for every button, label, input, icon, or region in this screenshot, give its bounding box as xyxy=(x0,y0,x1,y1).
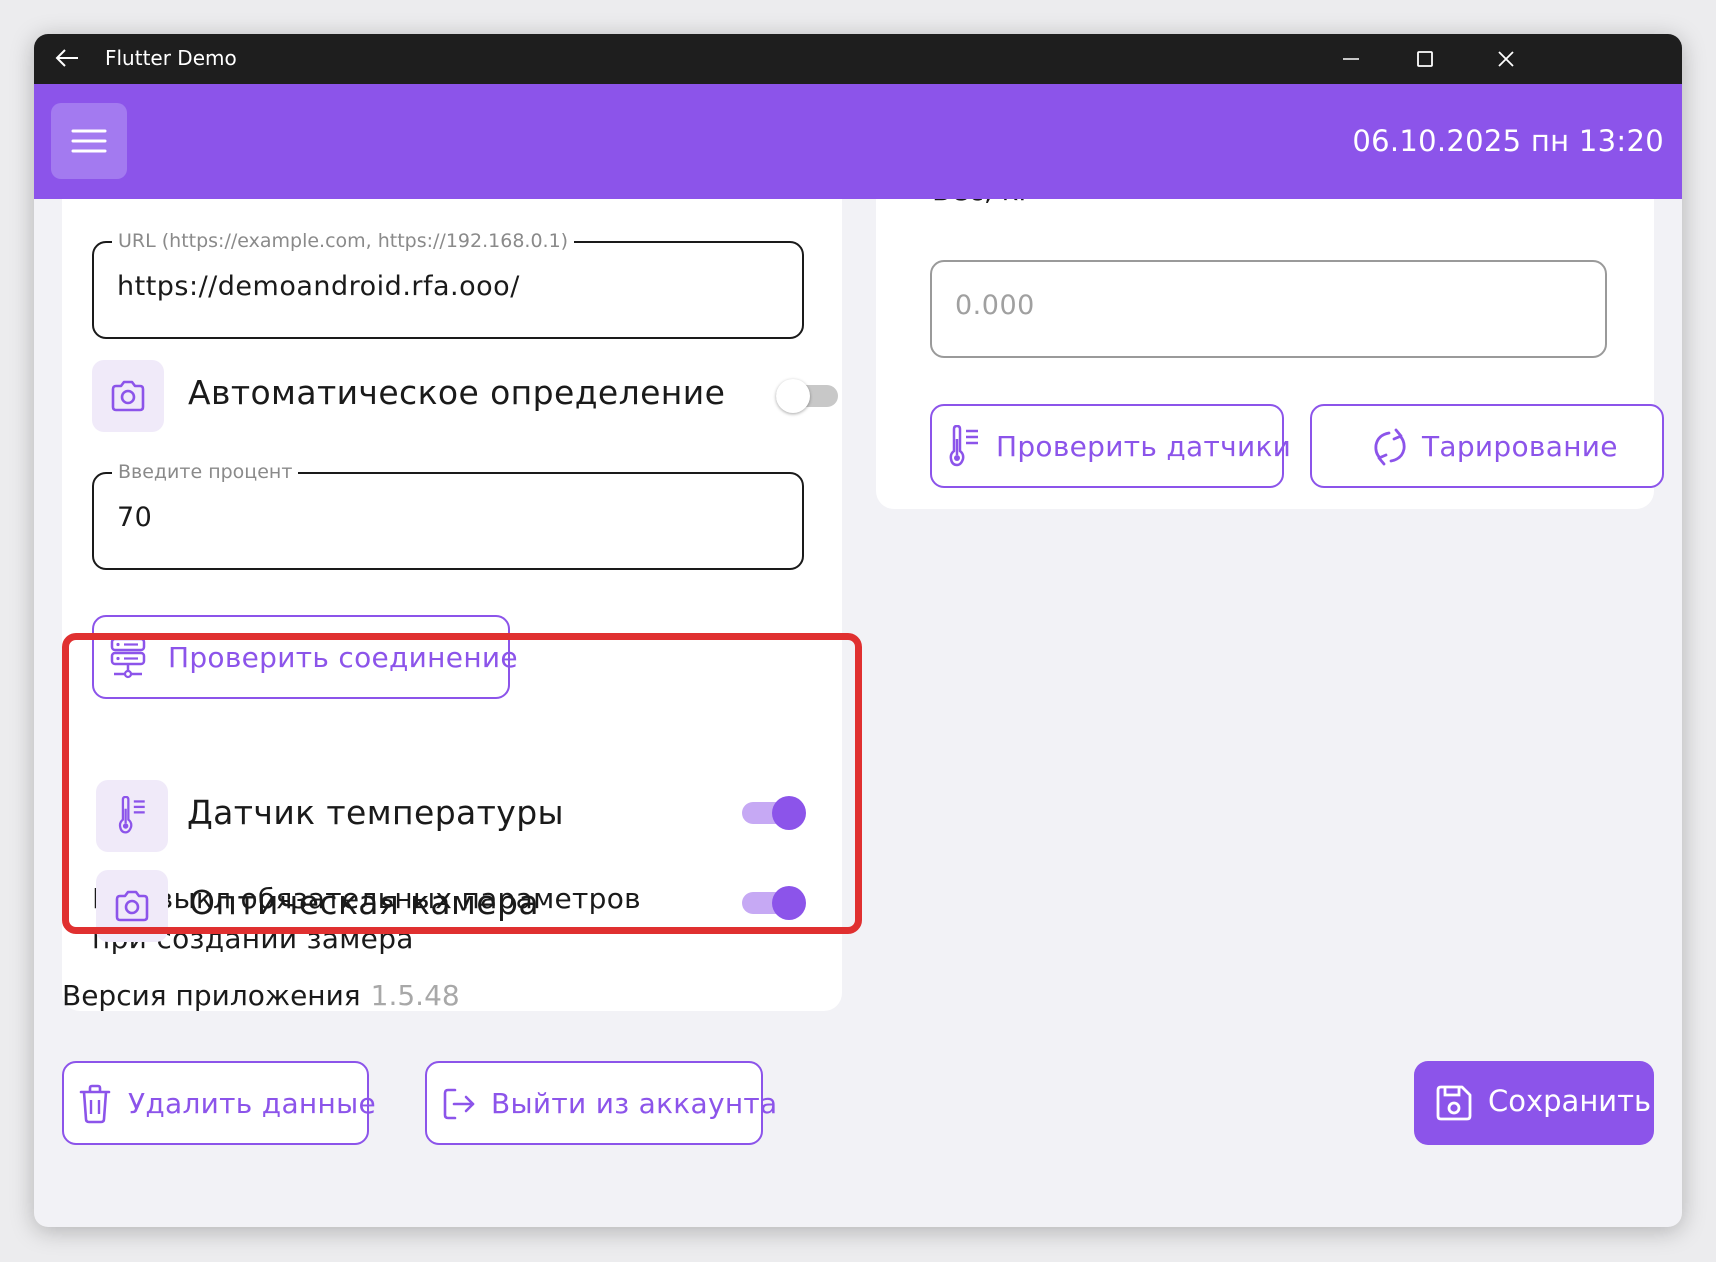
url-field[interactable]: URL (https://example.com, https://192.16… xyxy=(92,230,804,339)
delete-data-button[interactable]: Удалить данные xyxy=(62,1061,376,1145)
logout-icon xyxy=(443,1088,475,1120)
back-arrow-icon[interactable] xyxy=(52,43,82,73)
logout-label: Выйти из аккаунта xyxy=(491,1087,778,1120)
close-icon[interactable] xyxy=(1486,42,1526,76)
weight-field-placeholder: 0.000 xyxy=(955,290,1035,321)
url-field-value: https://demoandroid.rfa.ooo/ xyxy=(117,271,520,302)
settings-content: URL (https://example.com, https://192.16… xyxy=(34,199,1682,1227)
datetime-display: 06.10.2025 пн 13:20 xyxy=(1352,124,1664,158)
scale-card: Вес, кг 0.000 Проверить датчики xyxy=(876,199,1664,509)
check-sensors-label: Проверить датчики xyxy=(996,430,1292,463)
minimize-icon[interactable] xyxy=(1331,42,1371,76)
delete-data-label: Удалить данные xyxy=(128,1087,377,1120)
refresh-icon xyxy=(1374,428,1406,466)
camera-icon xyxy=(111,380,145,412)
percent-field-value: 70 xyxy=(117,502,153,533)
auto-detect-label: Автоматическое определение xyxy=(188,373,726,412)
weight-label: Вес, кг xyxy=(932,199,1033,207)
app-version-value: 1.5.48 xyxy=(370,979,460,1012)
menu-icon xyxy=(71,129,107,153)
url-field-label: URL (https://example.com, https://192.16… xyxy=(112,230,575,252)
auto-detect-toggle[interactable] xyxy=(776,379,840,413)
title-bar: Flutter Demo xyxy=(34,34,1682,84)
logout-button[interactable]: Выйти из аккаунта xyxy=(425,1061,777,1145)
app-version-label: Версия приложения xyxy=(62,979,361,1012)
menu-button[interactable] xyxy=(51,103,127,179)
toggle-thumb xyxy=(776,379,810,413)
save-label: Сохранить xyxy=(1488,1084,1652,1118)
weight-field[interactable]: 0.000 xyxy=(930,260,1607,358)
window-title: Flutter Demo xyxy=(105,46,237,70)
save-icon xyxy=(1436,1085,1472,1121)
maximize-icon[interactable] xyxy=(1405,42,1445,76)
percent-field[interactable]: Введите процент 70 xyxy=(92,461,804,570)
auto-detect-icon-box xyxy=(92,360,164,432)
save-button[interactable]: Сохранить xyxy=(1414,1061,1654,1145)
percent-field-label: Введите процент xyxy=(112,461,299,483)
check-sensors-button[interactable]: Проверить датчики xyxy=(930,404,1291,488)
tare-button[interactable]: Тарирование xyxy=(1310,404,1664,488)
highlight-frame xyxy=(62,633,862,934)
trash-icon xyxy=(79,1084,111,1124)
tare-label: Тарирование xyxy=(1422,430,1618,463)
app-window: Flutter Demo 06.10.2025 пн 13:20 URL (ht… xyxy=(34,34,1682,1227)
thermometer-icon xyxy=(949,425,978,467)
app-bar: 06.10.2025 пн 13:20 xyxy=(34,84,1682,199)
app-version: Версия приложения 1.5.48 xyxy=(62,979,460,1012)
